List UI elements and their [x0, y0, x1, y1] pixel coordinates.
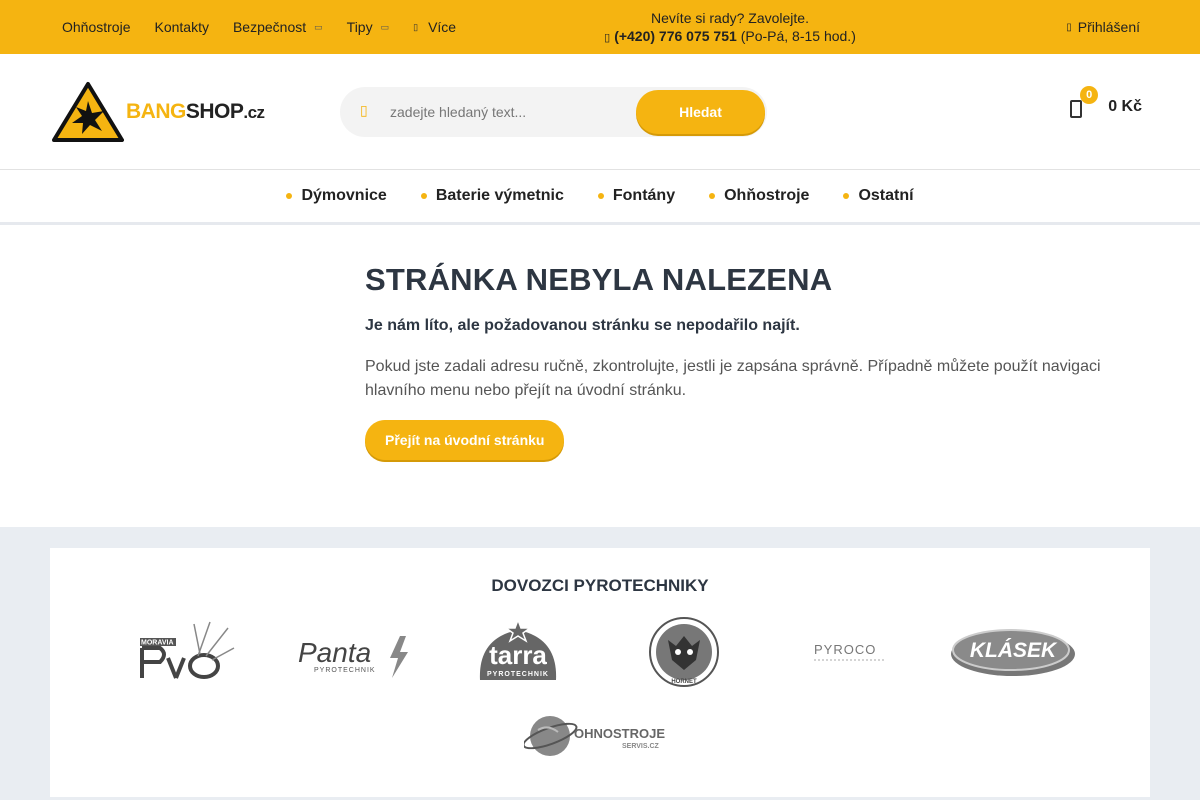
category-ostatni[interactable]: Ostatní	[843, 187, 914, 205]
explosion-warning-icon	[52, 82, 124, 142]
brand-ohnostroje-servis[interactable]: OHNOSTROJE SERVIS.CZ	[524, 710, 676, 758]
cart-count-badge: 0	[1080, 86, 1099, 104]
svg-text:PYROTECHNIK: PYROTECHNIK	[314, 667, 376, 674]
tarra-label: tarra	[489, 640, 547, 670]
brand-klasek[interactable]: KLÁSEK	[950, 624, 1076, 680]
logo-text: BANGSHOP.cz	[126, 100, 265, 124]
brand-panta[interactable]: Panta PYROTECHNIK	[296, 632, 410, 682]
login-link[interactable]: ▯ Přihlášení	[1066, 19, 1140, 35]
category-ohnostroje[interactable]: Ohňostroje	[709, 187, 809, 205]
importers-section: DOVOZCI PYROTECHNIKY MORAVIA Panta PYROT…	[50, 548, 1150, 797]
page-title: STRÁNKA NEBYLA NALEZENA	[365, 262, 833, 297]
cart-total: 0 Kč	[1108, 98, 1142, 115]
klasek-logo: KLÁSEK	[951, 629, 1075, 676]
call-hours: (Po-Pá, 8-15 hod.)	[740, 28, 856, 44]
error-content: STRÁNKA NEBYLA NALEZENA Je nám líto, ale…	[365, 262, 1125, 460]
login-label: Přihlášení	[1077, 19, 1140, 35]
logo-cz: .cz	[243, 103, 265, 122]
error-lead: Je nám líto, ale požadovanou stránku se …	[365, 317, 800, 334]
call-text: Nevíte si rady? Zavolejte.	[651, 10, 809, 26]
category-label: Ostatní	[858, 187, 914, 204]
klasek-label: KLÁSEK	[970, 639, 1058, 662]
importers-title: DOVOZCI PYROTECHNIKY	[491, 576, 709, 595]
logo-shop: SHOP	[185, 100, 244, 123]
top-nav: Ohňostroje Kontakty Bezpečnost ▭ Tipy ▭ ▯ V…	[62, 0, 480, 54]
bullet-icon	[597, 193, 604, 199]
search-bar: ▯ Hledat	[340, 87, 767, 137]
ohnostroje-servis-logo: OHNOSTROJE SERVIS.CZ	[524, 716, 674, 756]
moravia-label: MORAVIA	[141, 640, 174, 647]
svg-text:SERVIS.CZ: SERVIS.CZ	[622, 743, 660, 750]
brand-hornet[interactable]: HORNET	[648, 616, 720, 688]
topnav-label: Ohňostroje	[62, 19, 131, 35]
phone-number[interactable]: (+420) 776 075 751	[614, 28, 737, 44]
topnav-item-bezpecnost[interactable]: Bezpečnost ▭	[233, 19, 323, 35]
category-label: Ohňostroje	[724, 187, 810, 204]
search-icon: ▯	[360, 102, 368, 118]
home-button[interactable]: Přejít na úvodní stránku	[365, 420, 565, 460]
topnav-item-ohnostroje[interactable]: Ohňostroje	[62, 19, 130, 35]
hornet-logo: HORNET	[649, 617, 719, 687]
shopping-bag-icon: 0	[1070, 86, 1099, 118]
topnav-label: Bezpečnost	[232, 19, 307, 35]
pyroco-label: PYROCO	[814, 642, 876, 657]
search-input[interactable]	[390, 97, 620, 127]
topnav-label: Více	[428, 19, 457, 35]
panta-logo: Panta PYROTECHNIK	[296, 636, 408, 678]
chevron-down-icon: ▭	[314, 21, 323, 32]
panta-label: Panta	[298, 637, 371, 668]
header: BANGSHOP.cz ▯ Hledat 0 0 Kč	[0, 54, 1200, 170]
brand-tarra[interactable]: tarra PYROTECHNIK	[470, 618, 566, 688]
svg-text:PYROTECHNIK: PYROTECHNIK	[487, 671, 549, 678]
search-button[interactable]: Hledat	[636, 90, 765, 134]
moravia-pyro-logo: MORAVIA	[140, 621, 235, 679]
topnav-item-tipy[interactable]: Tipy ▭	[347, 19, 389, 35]
phone-icon: ▯	[604, 32, 611, 44]
bullet-icon	[709, 193, 716, 199]
topnav-item-kontakty[interactable]: Kontakty	[154, 19, 208, 35]
error-description: Pokud jste zadali adresu ručně, zkontrol…	[365, 358, 1101, 399]
tarra-logo: tarra PYROTECHNIK	[479, 618, 557, 680]
menu-icon: ▯	[413, 21, 419, 32]
category-label: Fontány	[612, 187, 676, 204]
chevron-down-icon: ▭	[380, 21, 390, 32]
category-nav: Dýmovnice Baterie výmetnic Fontány Ohňos…	[0, 170, 1200, 225]
bullet-icon	[420, 193, 427, 199]
pyroco-logo: PYROCO	[814, 642, 884, 661]
category-fontany[interactable]: Fontány	[597, 187, 676, 205]
logo-bang: BANG	[126, 100, 186, 123]
bullet-icon	[843, 193, 850, 199]
topnav-label: Kontakty	[154, 19, 209, 35]
hornet-label: HORNET	[671, 679, 697, 685]
top-bar: Ohňostroje Kontakty Bezpečnost ▭ Tipy ▭ ▯ V…	[0, 0, 1200, 54]
category-label: Dýmovnice	[301, 187, 387, 204]
topnav-label: Tipy	[346, 19, 373, 35]
brand-pyroco[interactable]: PYROCO	[810, 636, 894, 666]
category-baterie[interactable]: Baterie výmetnic	[420, 187, 564, 205]
topnav-item-vice[interactable]: ▯ Více	[413, 19, 456, 35]
bullet-icon	[286, 193, 293, 199]
user-icon: ▯	[1066, 21, 1072, 33]
brand-moravia-pyro[interactable]: MORAVIA	[138, 618, 238, 682]
logo[interactable]: BANGSHOP.cz	[52, 81, 265, 143]
category-label: Baterie výmetnic	[435, 187, 564, 204]
call-info: Nevíte si rady? Zavolejte. ▯ (+420) 776 0…	[560, 9, 900, 47]
ohnostroje-servis-label: OHNOSTROJE	[574, 726, 665, 741]
category-dymovnice[interactable]: Dýmovnice	[286, 187, 387, 205]
cart[interactable]: 0 0 Kč	[1070, 86, 1142, 118]
